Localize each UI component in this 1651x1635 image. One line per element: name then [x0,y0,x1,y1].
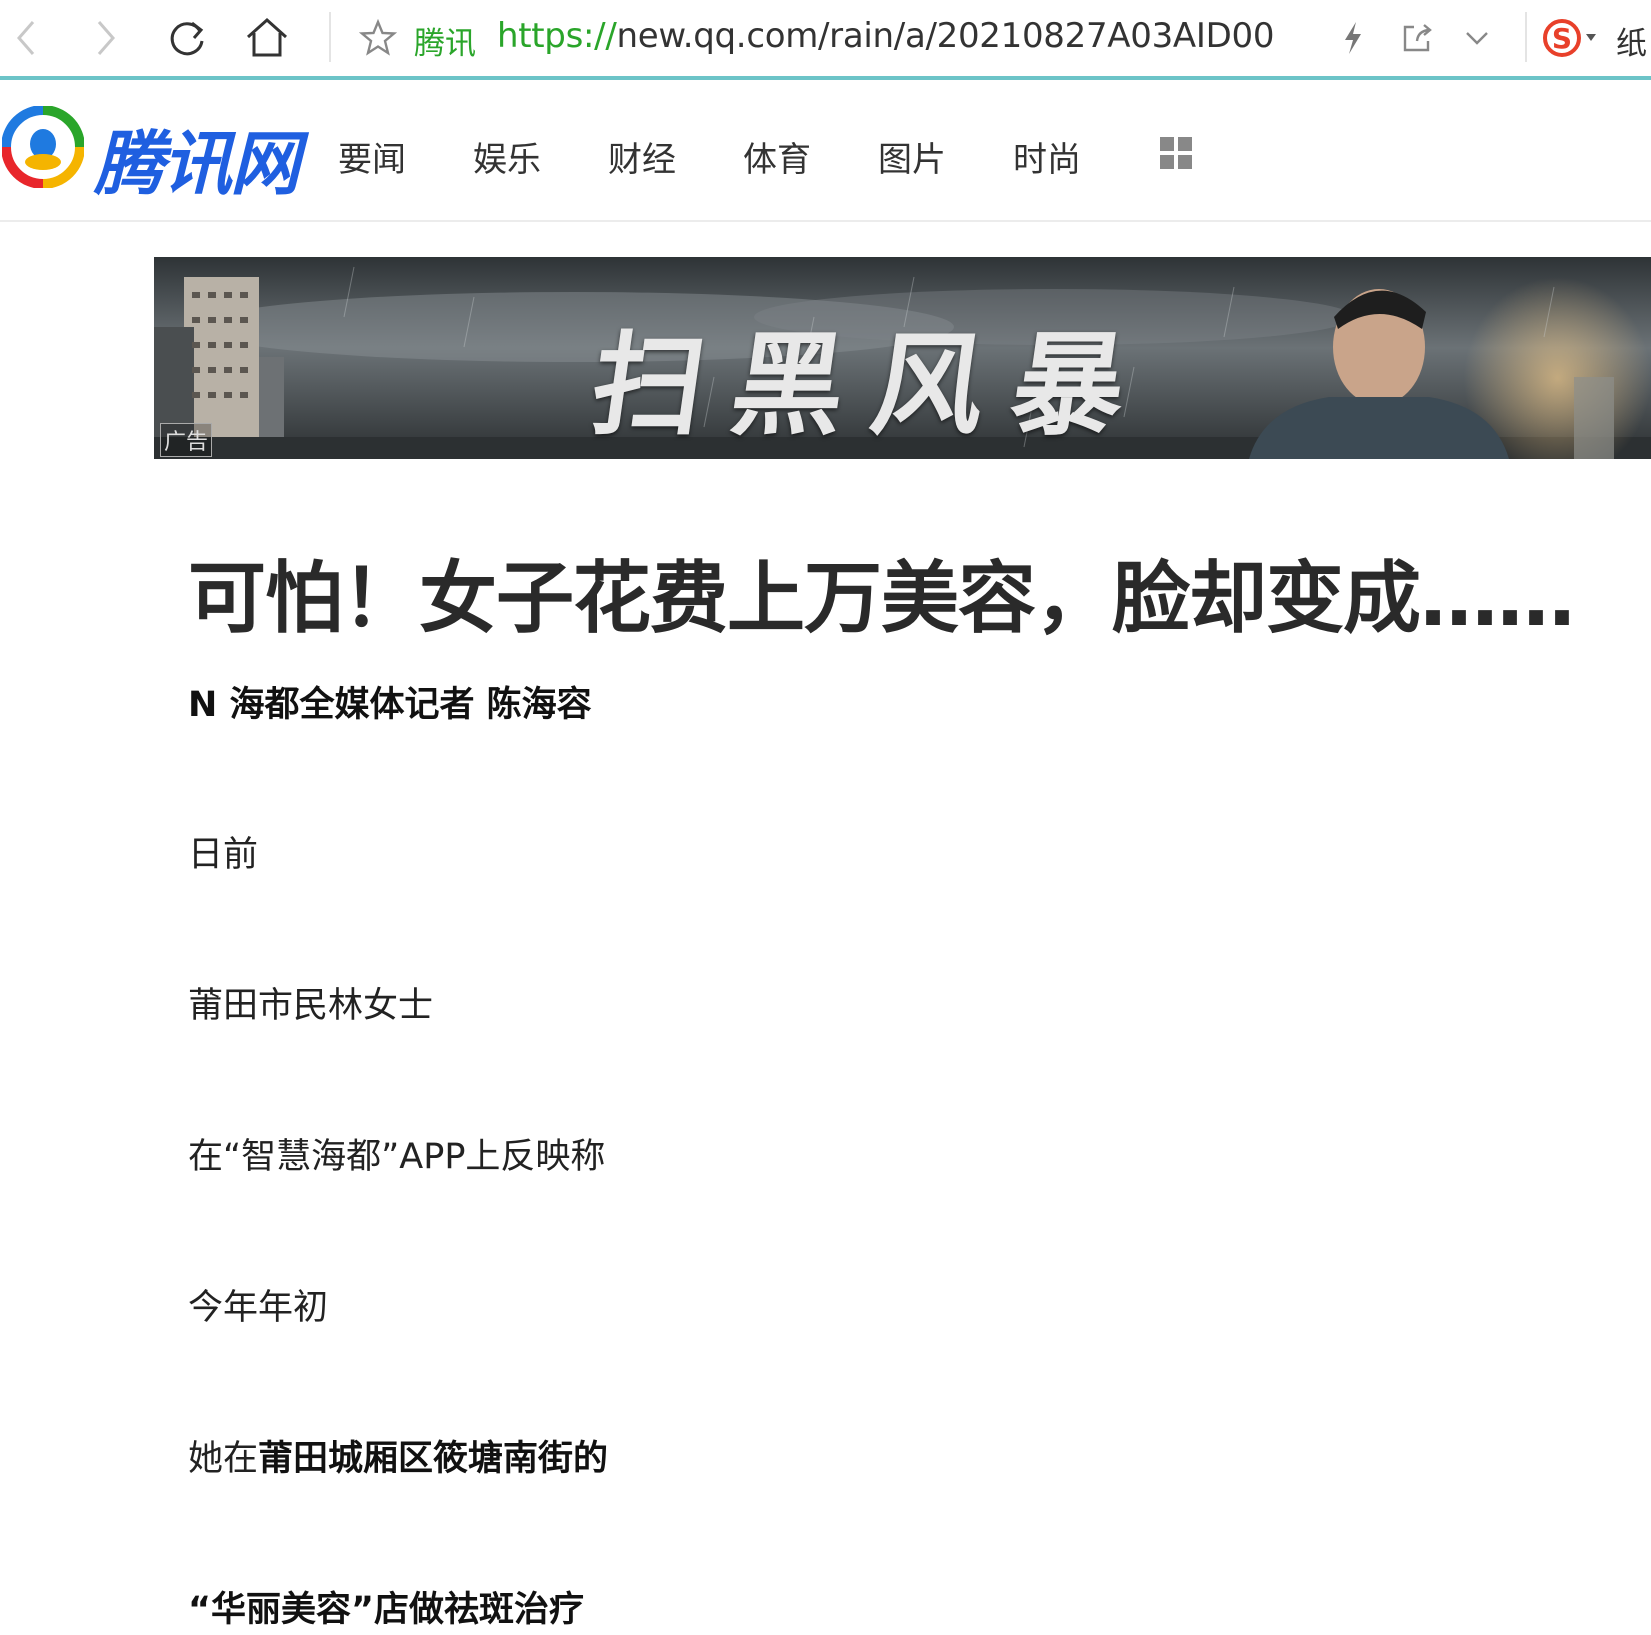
url-path: new.qq.com/rain/a/20210827A03AID00 [616,16,1275,56]
chevron-down-icon[interactable] [1453,14,1501,62]
svg-text:S: S [1552,22,1572,55]
ad-banner-title: 扫黑风暴 [583,320,1162,451]
article-paragraph: “华丽美容”店做祛斑治疗 [188,1581,584,1632]
article-paragraph: 莆田市民林女士 [188,986,434,1026]
home-icon[interactable] [243,14,291,62]
paragraph-text: 她在 [188,1439,259,1479]
nav-item-fashion[interactable]: 时尚 [1013,132,1148,181]
site-security-tag[interactable]: 腾讯 [414,18,476,63]
more-grid-icon[interactable] [1160,137,1192,169]
url-scheme: https:// [497,16,617,56]
browser-toolbar: 腾讯 https://new.qq.com/rain/a/20210827A03… [0,0,1651,80]
article-paragraph: 日前 [188,835,259,875]
nav-item-pictures[interactable]: 图片 [878,132,1013,181]
address-bar[interactable]: https://new.qq.com/rain/a/20210827A03AID… [497,16,1274,56]
nav-item-news[interactable]: 要闻 [338,132,473,181]
paragraph-bold-text: 莆田城厢区筱塘南街的 [258,1439,609,1479]
tencent-logo-icon [2,106,84,188]
article-paragraph: 她在莆田城厢区筱塘南街的 [188,1430,608,1481]
ad-tag: 广告 [160,423,213,457]
toolbar-divider [329,12,331,62]
nav-item-finance[interactable]: 财经 [608,132,743,181]
paragraph-bold-text: “华丽美容”店做祛斑治疗 [188,1590,585,1630]
lightning-icon[interactable] [1329,14,1377,62]
article-paragraph: 在“智慧海都”APP上反映称 [188,1137,606,1177]
article-paragraph: 今年年初 [188,1288,329,1328]
sogou-extension-icon[interactable]: S [1540,14,1600,62]
nav-item-entertainment[interactable]: 娱乐 [473,132,608,181]
site-logo[interactable]: 腾讯网 [2,106,300,205]
reload-icon[interactable] [163,14,211,62]
logo-wordmark: 腾讯网 [94,123,300,205]
main-nav: 要闻 娱乐 财经 体育 图片 时尚 [338,132,1148,181]
share-icon[interactable] [1393,14,1441,62]
back-icon[interactable] [2,14,50,62]
ad-banner[interactable]: 扫黑风暴 广告 [154,257,1651,459]
article-title: 可怕！女子花费上万美容，脸却变成…… [188,554,1575,644]
site-header: 腾讯网 要闻 娱乐 财经 体育 图片 时尚 [0,80,1651,222]
extension-label[interactable]: 纸 [1616,18,1647,63]
toolbar-divider [1525,12,1527,62]
bookmark-star-icon[interactable] [354,14,402,62]
nav-item-sports[interactable]: 体育 [743,132,878,181]
forward-icon[interactable] [82,14,130,62]
article-byline: N 海都全媒体记者 陈海容 [188,685,592,725]
